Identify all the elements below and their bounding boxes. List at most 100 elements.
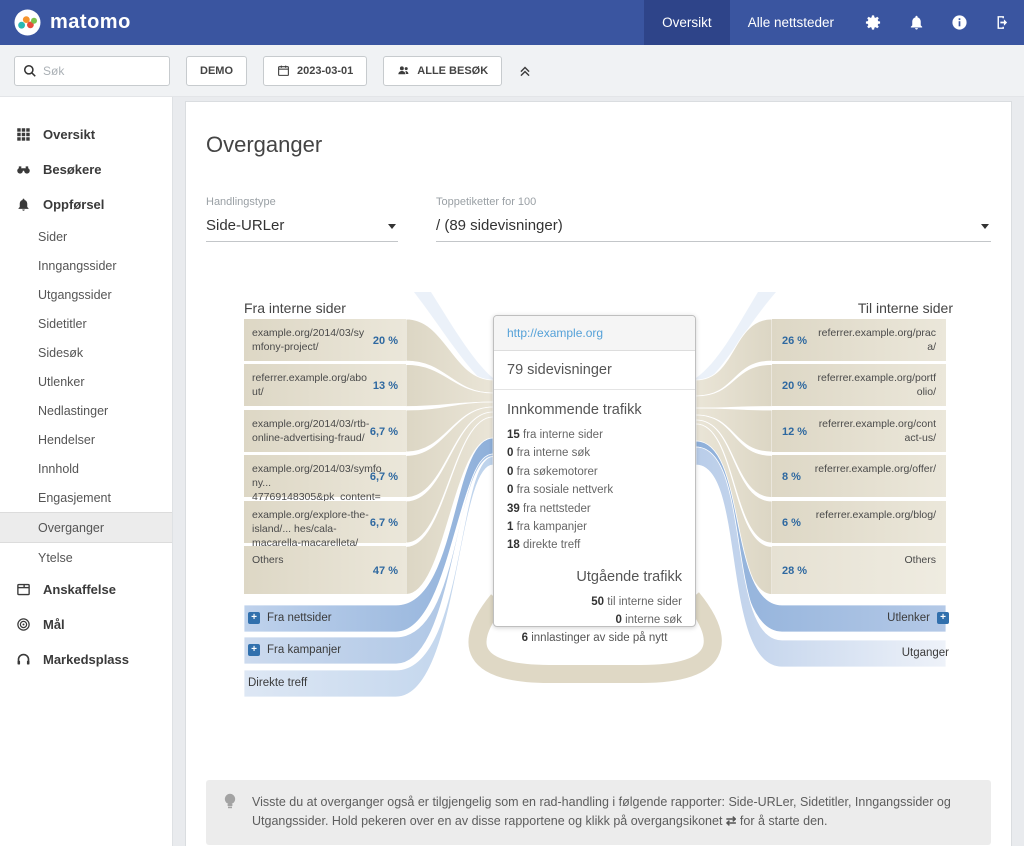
center-panel-header: http://example.org xyxy=(494,316,695,351)
incoming-row: 18 direkte treff xyxy=(507,536,682,554)
search-input[interactable] xyxy=(43,64,153,78)
action-type-value[interactable]: Side-URLer xyxy=(206,208,398,242)
signout-icon[interactable] xyxy=(981,0,1024,45)
sidebar-label: Utlenker xyxy=(38,375,85,389)
site-selector-button[interactable]: DEMO xyxy=(186,56,247,86)
band-label-text: Utlenker xyxy=(887,612,930,624)
expand-plus-icon[interactable]: + xyxy=(248,612,260,624)
top-label-value[interactable]: / (89 sidevisninger) xyxy=(436,208,991,242)
transition-target-row-others[interactable]: Others28 % xyxy=(772,546,946,594)
sidebar-item-mal[interactable]: Mål xyxy=(0,607,172,642)
source-label: example.org/2014/03/symfony-project/ xyxy=(252,326,370,354)
sidebar: Oversikt Besøkere Oppførsel Sider Inngan… xyxy=(0,97,173,846)
sidebar-item-innhold[interactable]: Innhold xyxy=(0,454,172,483)
search-box[interactable] xyxy=(14,56,170,86)
incoming-row: 0 fra søkemotorer xyxy=(507,463,682,481)
expand-plus-icon[interactable]: + xyxy=(248,644,260,656)
date-label: 2023-03-01 xyxy=(297,65,353,77)
band-utganger: Utganger xyxy=(902,647,949,659)
grid-icon xyxy=(16,127,31,142)
source-pct: 47 % xyxy=(373,564,398,579)
sidebar-item-nedlastinger[interactable]: Nedlastinger xyxy=(0,396,172,425)
sidebar-item-sidetitler[interactable]: Sidetitler xyxy=(0,309,172,338)
site-selector-label: DEMO xyxy=(200,65,233,77)
transition-source-row-others[interactable]: Others 47 % xyxy=(244,546,406,594)
sidebar-item-sider[interactable]: Sider xyxy=(0,222,172,251)
chevron-down-icon xyxy=(388,224,396,229)
segment-selector-button[interactable]: ALLE BESØK xyxy=(383,56,502,86)
incoming-row: 15 fra interne sider xyxy=(507,426,682,444)
transition-source-row[interactable]: example.org/2014/03/rtb-online-advertisi… xyxy=(244,410,406,452)
pageviews-count: 79 sidevisninger xyxy=(494,351,695,390)
band-fra-kampanjer[interactable]: + Fra kampanjer xyxy=(248,644,341,656)
band-utlenker[interactable]: Utlenker + xyxy=(887,612,949,624)
transition-target-row[interactable]: referrer.example.org/portfolio/20 % xyxy=(772,364,946,406)
sidebar-label: Innhold xyxy=(38,462,79,476)
matomo-logo[interactable]: matomo xyxy=(0,0,131,45)
target-icon xyxy=(16,617,31,632)
transition-target-row[interactable]: referrer.example.org/blog/6 % xyxy=(772,501,946,543)
sidebar-item-sidesok[interactable]: Sidesøk xyxy=(0,338,172,367)
sidebar-label: Hendelser xyxy=(38,433,95,447)
bell-icon xyxy=(16,197,31,212)
sidebar-label: Sidetitler xyxy=(38,317,87,331)
sidebar-item-markedsplass[interactable]: Markedsplass xyxy=(0,642,172,677)
transitions-center-panel: http://example.org 79 sidevisninger Innk… xyxy=(493,315,696,627)
sidebar-label: Engasjement xyxy=(38,491,111,505)
sidebar-item-besokere[interactable]: Besøkere xyxy=(0,152,172,187)
source-label: Others xyxy=(252,554,284,566)
target-pct: 28 % xyxy=(782,564,807,579)
reload-label: innlastinger av side på nytt xyxy=(531,632,667,644)
sidebar-item-utgangssider[interactable]: Utgangssider xyxy=(0,280,172,309)
target-pct: 20 % xyxy=(782,379,807,394)
info-icon[interactable] xyxy=(938,0,981,45)
transition-source-row[interactable]: referrer.example.org/about/13 % xyxy=(244,364,406,406)
sidebar-item-overganger[interactable]: Overganger xyxy=(0,512,172,543)
target-pct: 12 % xyxy=(782,425,807,440)
sidebar-label: Ytelse xyxy=(38,551,73,565)
page-url-link[interactable]: http://example.org xyxy=(507,326,603,340)
source-pct: 6,7 % xyxy=(370,516,398,531)
action-type-label: Handlingstype xyxy=(206,196,398,208)
top-label-select[interactable]: Toppetiketter for 100 / (89 sidevisninge… xyxy=(436,196,991,242)
target-pct: 26 % xyxy=(782,334,807,349)
nav-item-alle-nettsteder[interactable]: Alle nettsteder xyxy=(730,0,852,45)
sidebar-item-utlenker[interactable]: Utlenker xyxy=(0,367,172,396)
transition-target-row[interactable]: referrer.example.org/offer/8 % xyxy=(772,455,946,497)
transition-source-row[interactable]: example.org/2014/03/symfony... 477691483… xyxy=(244,455,406,497)
outgoing-traffic-title: Utgående trafikk xyxy=(507,569,682,585)
band-label-text: Direkte treff xyxy=(248,677,307,689)
bell-icon[interactable] xyxy=(895,0,938,45)
sidebar-item-inngangssider[interactable]: Inngangssider xyxy=(0,251,172,280)
band-direkte-treff: Direkte treff xyxy=(248,677,307,689)
target-label: referrer.example.org/contact-us/ xyxy=(819,418,936,444)
transition-target-row[interactable]: referrer.example.org/contact-us/12 % xyxy=(772,410,946,452)
target-label: referrer.example.org/portfolio/ xyxy=(818,372,936,398)
sidebar-item-engasjement[interactable]: Engasjement xyxy=(0,483,172,512)
sidebar-label: Markedsplass xyxy=(43,652,129,667)
band-fra-nettsider[interactable]: + Fra nettsider xyxy=(248,612,332,624)
sidebar-item-hendelser[interactable]: Hendelser xyxy=(0,425,172,454)
visitors-icon xyxy=(397,64,410,77)
expand-plus-icon[interactable]: + xyxy=(937,612,949,624)
sidebar-item-oversikt[interactable]: Oversikt xyxy=(0,117,172,152)
nav-item-oversikt[interactable]: Oversikt xyxy=(644,0,730,45)
target-label: referrer.example.org/blog/ xyxy=(816,509,936,521)
transition-source-row[interactable]: example.org/explore-the-island/... hes/c… xyxy=(244,501,406,543)
date-selector-button[interactable]: 2023-03-01 xyxy=(263,56,367,86)
target-label: referrer.example.org/offer/ xyxy=(815,463,936,475)
sidebar-item-ytelse[interactable]: Ytelse xyxy=(0,543,172,572)
sidebar-item-oppforsel[interactable]: Oppførsel xyxy=(0,187,172,222)
sidebar-item-anskaffelse[interactable]: Anskaffelse xyxy=(0,572,172,607)
top-navbar: matomo Oversikt Alle nettsteder xyxy=(0,0,1024,45)
outgoing-traffic-list: 50 til interne sider 0 interne søk 0 ned… xyxy=(507,593,682,627)
collapse-chevrons-icon[interactable] xyxy=(518,64,532,78)
search-icon xyxy=(23,64,37,78)
target-pct: 8 % xyxy=(782,470,801,485)
action-type-select[interactable]: Handlingstype Side-URLer xyxy=(206,196,398,242)
incoming-row: 0 fra sosiale nettverk xyxy=(507,481,682,499)
transitions-icon: ⇄ xyxy=(726,814,736,828)
transition-source-row[interactable]: example.org/2014/03/symfony-project/20 % xyxy=(244,319,406,361)
transition-target-row[interactable]: referrer.example.org/praca/26 % xyxy=(772,319,946,361)
gear-icon[interactable] xyxy=(852,0,895,45)
